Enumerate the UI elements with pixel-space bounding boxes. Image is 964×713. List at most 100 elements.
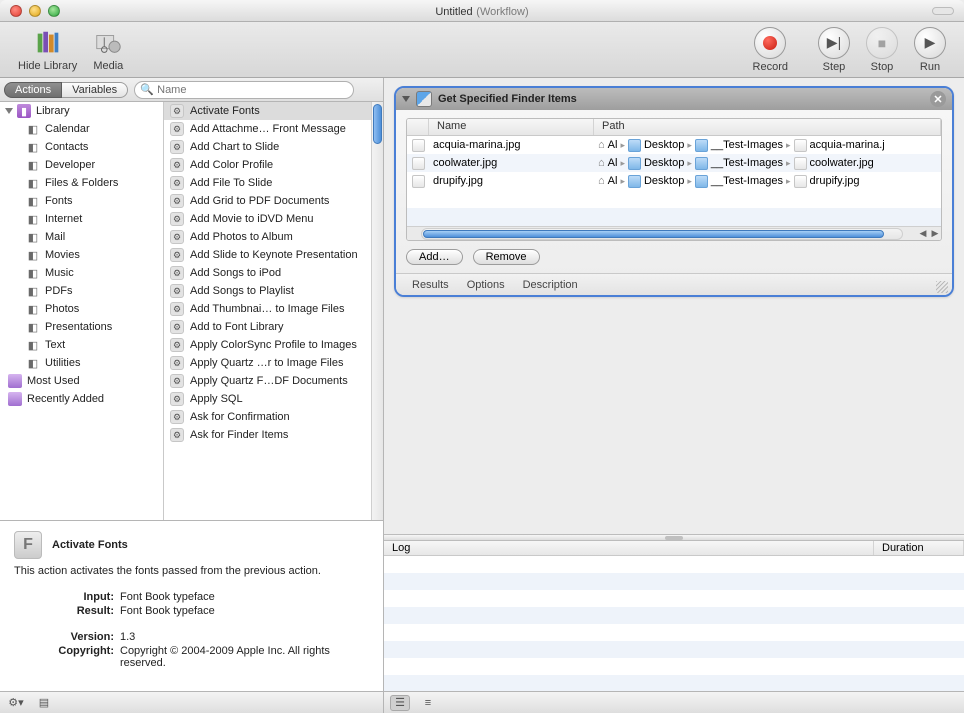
search-input[interactable] bbox=[134, 81, 354, 99]
action-list-item[interactable]: ⚙Add File To Slide bbox=[164, 174, 371, 192]
smart-folder-item[interactable]: Recently Added bbox=[0, 390, 163, 408]
resize-grip-icon[interactable] bbox=[936, 281, 948, 293]
record-button[interactable]: Record bbox=[745, 25, 796, 75]
search-field-wrapper: 🔍 bbox=[134, 81, 354, 99]
file-icon bbox=[412, 157, 425, 170]
library-item[interactable]: ◧Fonts bbox=[0, 192, 163, 210]
hide-library-button[interactable]: Hide Library bbox=[10, 26, 85, 74]
path-file: coolwater.jpg bbox=[810, 157, 874, 169]
action-list-item[interactable]: ⚙ Ask for Confirmation bbox=[164, 408, 371, 426]
library-item[interactable]: ◧Utilities bbox=[0, 354, 163, 372]
actions-scrollbar[interactable] bbox=[371, 102, 383, 520]
smart-folder-icon bbox=[8, 392, 22, 406]
step-button[interactable]: ▶| Step bbox=[810, 25, 858, 75]
library-item[interactable]: ◧Internet bbox=[0, 210, 163, 228]
add-items-button[interactable]: Add… bbox=[406, 249, 463, 265]
action-list-item[interactable]: ⚙Add Chart to Slide bbox=[164, 138, 371, 156]
action-list-item[interactable]: ⚙Add Songs to iPod bbox=[164, 264, 371, 282]
copyright-label: Copyright: bbox=[14, 645, 114, 669]
action-list-item[interactable]: ⚙Add Movie to iDVD Menu bbox=[164, 210, 371, 228]
action-list-item[interactable]: ⚙Add Color Profile bbox=[164, 156, 371, 174]
action-list-item[interactable]: ⚙Apply SQL bbox=[164, 390, 371, 408]
log-list-view-button[interactable]: ☰ bbox=[390, 695, 410, 711]
library-item[interactable]: ◧Text bbox=[0, 336, 163, 354]
remove-items-button[interactable]: Remove bbox=[473, 249, 540, 265]
library-item[interactable]: ◧Music bbox=[0, 264, 163, 282]
action-card-header[interactable]: Get Specified Finder Items ✕ bbox=[396, 88, 952, 110]
library-item[interactable]: ◧Contacts bbox=[0, 138, 163, 156]
chevron-right-icon: ▸ bbox=[687, 176, 692, 187]
action-list-item[interactable]: ⚙Apply Quartz F…DF Documents bbox=[164, 372, 371, 390]
action-list-item[interactable]: ⚙Activate Fonts bbox=[164, 102, 371, 120]
library-item[interactable]: ◧Developer bbox=[0, 156, 163, 174]
version-label: Version: bbox=[14, 631, 114, 643]
workflow-log-splitter[interactable] bbox=[384, 534, 964, 541]
workflow-action-card[interactable]: Get Specified Finder Items ✕ Name Path a… bbox=[394, 86, 954, 297]
action-item-label: Ask for Confirmation bbox=[190, 411, 290, 423]
action-item-label: Ask for Finder Items bbox=[190, 429, 288, 441]
table-row[interactable]: drupify.jpg⌂Al▸Desktop▸__Test-Images▸dru… bbox=[407, 172, 941, 190]
library-item[interactable]: ◧Movies bbox=[0, 246, 163, 264]
library-item[interactable]: ◧Calendar bbox=[0, 120, 163, 138]
scroll-right-icon[interactable]: ▶ bbox=[929, 228, 941, 239]
footer-results-button[interactable]: Results bbox=[412, 279, 449, 291]
action-list-item[interactable]: ⚙Ask for Finder Items bbox=[164, 426, 371, 444]
library-item[interactable]: ◧PDFs bbox=[0, 282, 163, 300]
toggle-description-button[interactable]: ▤ bbox=[34, 695, 54, 711]
library-item[interactable]: ◧Files & Folders bbox=[0, 174, 163, 192]
variables-segment-button[interactable]: Variables bbox=[62, 82, 128, 98]
toolbar-pill-button[interactable] bbox=[932, 7, 954, 15]
disclosure-triangle-icon[interactable] bbox=[5, 108, 13, 114]
column-path[interactable]: Path bbox=[594, 119, 941, 135]
action-item-label: Add Slide to Keynote Presentation bbox=[190, 249, 358, 261]
action-list-item[interactable]: ⚙Add Songs to Playlist bbox=[164, 282, 371, 300]
stop-icon: ■ bbox=[866, 27, 898, 59]
gear-menu-button[interactable]: ⚙︎▾ bbox=[6, 695, 26, 711]
folder-icon bbox=[628, 175, 641, 188]
run-button[interactable]: ▶ Run bbox=[906, 25, 954, 75]
table-row[interactable]: coolwater.jpg⌂Al▸Desktop▸__Test-Images▸c… bbox=[407, 154, 941, 172]
library-item[interactable]: ◧Presentations bbox=[0, 318, 163, 336]
actions-list[interactable]: ⚙Activate Fonts⚙Add Attachme… Front Mess… bbox=[164, 102, 383, 520]
file-name: drupify.jpg bbox=[433, 175, 483, 187]
action-list-item[interactable]: ⚙Apply Quartz …r to Image Files bbox=[164, 354, 371, 372]
stop-button[interactable]: ■ Stop bbox=[858, 25, 906, 75]
workflow-canvas[interactable]: Get Specified Finder Items ✕ Name Path a… bbox=[384, 78, 964, 534]
category-icon: ◧ bbox=[26, 176, 40, 190]
disclosure-triangle-icon[interactable] bbox=[402, 96, 410, 102]
library-tree[interactable]: ▮ Library ◧Calendar◧Contacts◧Developer◧F… bbox=[0, 102, 164, 520]
table-row[interactable]: acquia-marina.jpg⌂Al▸Desktop▸__Test-Imag… bbox=[407, 136, 941, 154]
library-item-label: PDFs bbox=[45, 285, 73, 297]
chevron-right-icon: ▸ bbox=[687, 140, 692, 151]
footer-options-button[interactable]: Options bbox=[467, 279, 505, 291]
log-column-duration[interactable]: Duration bbox=[874, 541, 964, 555]
action-list-item[interactable]: ⚙Add Grid to PDF Documents bbox=[164, 192, 371, 210]
action-list-item[interactable]: ⚙Apply ColorSync Profile to Images bbox=[164, 336, 371, 354]
action-icon: ⚙ bbox=[170, 104, 184, 118]
smart-folder-item[interactable]: Most Used bbox=[0, 372, 163, 390]
action-list-item[interactable]: ⚙Add to Font Library bbox=[164, 318, 371, 336]
smart-folder-icon bbox=[8, 374, 22, 388]
action-list-item[interactable]: ⚙Add Slide to Keynote Presentation bbox=[164, 246, 371, 264]
action-list-item[interactable]: ⚙Add Attachme… Front Message bbox=[164, 120, 371, 138]
footer-description-button[interactable]: Description bbox=[523, 279, 578, 291]
library-root-row[interactable]: ▮ Library bbox=[0, 102, 163, 120]
actions-segment-button[interactable]: Actions bbox=[4, 82, 62, 98]
action-list-item[interactable]: ⚙Add Photos to Album bbox=[164, 228, 371, 246]
column-name[interactable]: Name bbox=[429, 119, 594, 135]
log-column-log[interactable]: Log bbox=[384, 541, 874, 555]
action-icon: ⚙ bbox=[170, 158, 184, 172]
log-detail-view-button[interactable]: ≡ bbox=[418, 695, 438, 711]
media-button[interactable]: Media bbox=[85, 26, 131, 74]
library-item[interactable]: ◧Photos bbox=[0, 300, 163, 318]
scroll-left-icon[interactable]: ◀ bbox=[917, 228, 929, 239]
scrollbar-thumb[interactable] bbox=[423, 230, 884, 238]
action-icon: ⚙ bbox=[170, 410, 184, 424]
library-item[interactable]: ◧Mail bbox=[0, 228, 163, 246]
smart-folder-label: Most Used bbox=[27, 375, 80, 387]
close-action-button[interactable]: ✕ bbox=[930, 91, 946, 107]
horizontal-scrollbar[interactable]: ◀ ▶ bbox=[407, 226, 941, 240]
finder-items-table[interactable]: Name Path acquia-marina.jpg⌂Al▸Desktop▸_… bbox=[406, 118, 942, 241]
action-list-item[interactable]: ⚙Add Thumbnai… to Image Files bbox=[164, 300, 371, 318]
scrollbar-thumb[interactable] bbox=[373, 104, 382, 144]
